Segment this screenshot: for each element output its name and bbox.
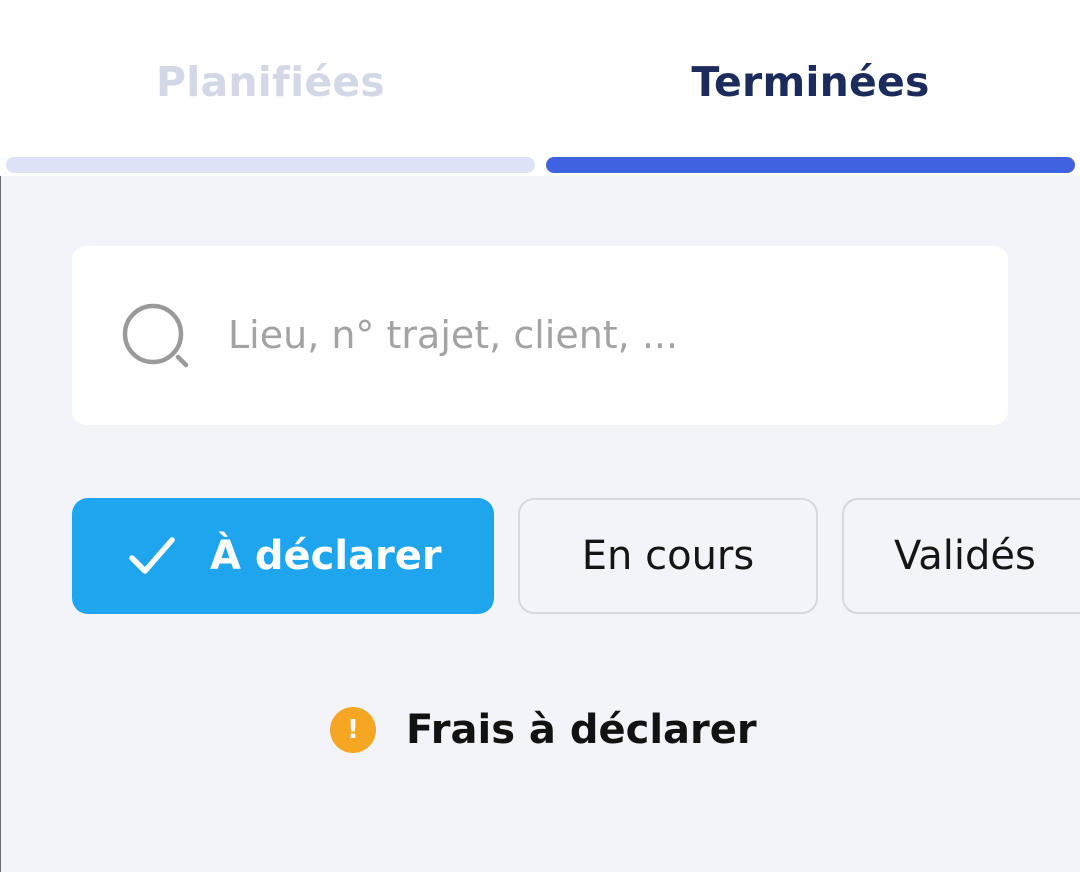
search-icon [122, 303, 189, 368]
filter-valides-button[interactable]: Validés [842, 498, 1080, 614]
filter-valides-label: Validés [894, 533, 1036, 579]
filter-a-declarer-button[interactable]: À déclarer [72, 498, 494, 614]
tab-terminees-underline [546, 157, 1075, 173]
warning-icon: ! [330, 707, 376, 753]
expenses-notice: ! Frais à déclarer [330, 700, 757, 760]
notice-text: Frais à déclarer [406, 707, 757, 753]
tab-planifiees[interactable]: Planifiées [6, 0, 535, 176]
tab-terminees-label: Terminées [691, 58, 930, 106]
tab-planifiees-underline [6, 157, 535, 173]
filter-en-cours-label: En cours [581, 533, 755, 579]
tab-terminees[interactable]: Terminées [546, 0, 1075, 176]
search-input[interactable] [228, 305, 968, 365]
tab-bar: Planifiées Terminées [0, 0, 1080, 176]
check-icon [129, 537, 175, 574]
filter-en-cours-button[interactable]: En cours [518, 498, 818, 614]
filter-a-declarer-label: À déclarer [210, 533, 442, 579]
tab-planifiees-label: Planifiées [156, 58, 385, 106]
